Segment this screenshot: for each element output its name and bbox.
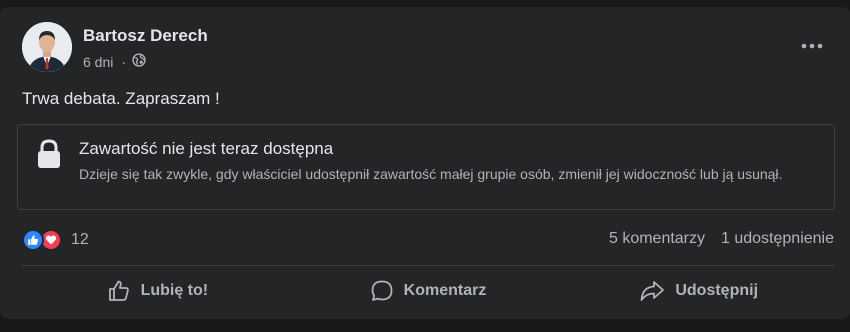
unavailable-description: Dzieje się tak zwykle, gdy właściciel ud… [79, 166, 783, 182]
share-arrow-icon [639, 279, 665, 303]
author-name[interactable]: Bartosz Derech [83, 26, 208, 46]
reaction-count: 12 [71, 231, 89, 248]
post-header: Bartosz Derech 6 dni · [22, 22, 832, 74]
unavailable-title: Zawartość nie jest teraz dostępna [79, 139, 334, 158]
like-button[interactable]: Lubię to! [22, 269, 293, 313]
more-options-button[interactable] [794, 34, 830, 58]
comment-bubble-icon [370, 279, 394, 303]
post-card: Bartosz Derech 6 dni · Trwa debata. Zapr… [0, 7, 850, 319]
comment-share-counts: 5 komentarzy 1 udostępnienie [609, 230, 834, 248]
thumbs-up-icon [107, 279, 131, 303]
comment-button[interactable]: Komentarz [293, 269, 564, 313]
lock-icon [37, 139, 61, 174]
unavailable-content-box: Zawartość nie jest teraz dostępna Dzieje… [17, 124, 835, 210]
share-label: Udostępnij [675, 282, 759, 299]
share-button[interactable]: Udostępnij [563, 269, 834, 313]
reactions-summary[interactable]: 12 [22, 229, 89, 251]
like-label: Lubię to! [140, 282, 209, 299]
meta-separator: · [121, 53, 127, 70]
divider [22, 265, 834, 266]
comments-count[interactable]: 5 komentarzy [609, 230, 705, 248]
engagement-stats: 12 5 komentarzy 1 udostępnienie [22, 228, 834, 252]
like-reaction-icon [22, 229, 44, 251]
post-time[interactable]: 6 dni [83, 54, 113, 70]
post-meta: 6 dni · [83, 53, 146, 70]
globe-icon[interactable] [132, 53, 146, 70]
ellipsis-icon [801, 43, 823, 49]
post-actions: Lubię to! Komentarz Udostępnij [22, 269, 834, 313]
avatar[interactable] [22, 22, 72, 72]
shares-count[interactable]: 1 udostępnienie [721, 230, 834, 248]
post-text: Trwa debata. Zapraszam ! [22, 89, 220, 108]
avatar-image [22, 22, 72, 72]
comment-label: Komentarz [403, 282, 487, 299]
